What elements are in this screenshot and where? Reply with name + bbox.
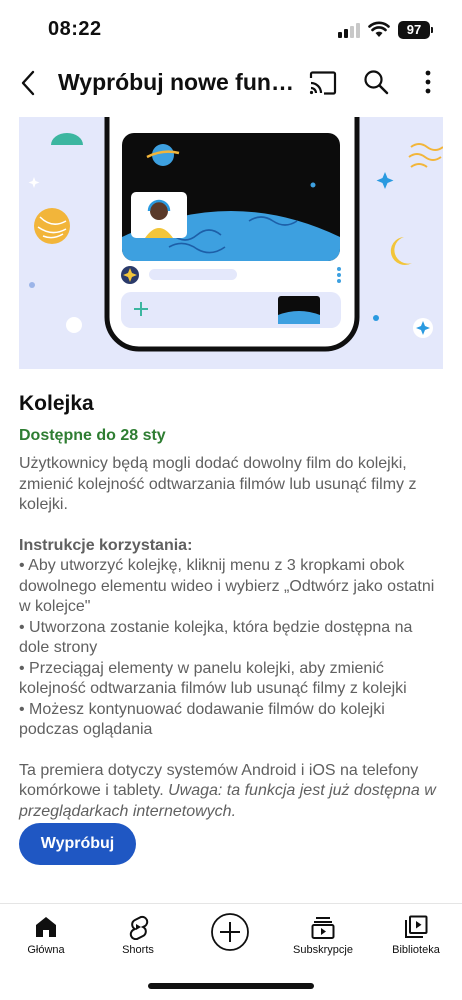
status-time: 08:22: [48, 18, 102, 40]
instruction-item: • Aby utworzyć kolejkę, kliknij menu z 3…: [19, 557, 435, 615]
cast-icon[interactable]: [308, 70, 338, 96]
home-icon: [36, 917, 56, 937]
nav-library[interactable]: Biblioteka: [376, 904, 456, 964]
add-circle-icon[interactable]: [210, 912, 250, 952]
shorts-icon: [129, 915, 149, 940]
instructions-block: Instrukcje korzystania: • Aby utworzyć k…: [19, 536, 443, 741]
home-indicator: [148, 983, 314, 989]
instruction-item: • Przeciągaj elementy w panelu kolejki, …: [19, 659, 407, 698]
wifi-icon: [368, 21, 390, 37]
availability-text: Dostępne do 28 sty: [19, 427, 166, 444]
page-title: Wypróbuj nowe fun…: [58, 69, 294, 95]
subscriptions-icon: [311, 917, 335, 939]
nav-label: Główna: [27, 944, 65, 956]
platform-note: Ta premiera dotyczy systemów Android i i…: [19, 761, 443, 823]
back-arrow-icon[interactable]: [14, 66, 44, 100]
nav-subscriptions[interactable]: Subskrypcje: [283, 904, 363, 964]
feature-details: Kolejka Dostępne do 28 sty Użytkownicy b…: [19, 392, 443, 822]
feature-description: Użytkownicy będą mogli dodać dowolny fil…: [19, 455, 417, 513]
search-icon[interactable]: [362, 68, 390, 96]
battery-tip: [431, 27, 433, 33]
feature-illustration: [19, 117, 443, 369]
instructions-title: Instrukcje korzystania:: [19, 536, 193, 554]
nav-label: Shorts: [122, 944, 154, 956]
status-bar: 08:22 97: [0, 0, 462, 58]
more-vert-icon[interactable]: [416, 68, 440, 96]
instruction-item: • Utworzona zostanie kolejka, która będz…: [19, 618, 413, 657]
battery-indicator: 97: [398, 21, 430, 39]
try-button[interactable]: Wypróbuj: [19, 823, 136, 865]
signal-icon: [338, 22, 362, 38]
feature-title: Kolejka: [19, 392, 94, 415]
nav-home[interactable]: Główna: [6, 904, 86, 964]
top-app-bar: Wypróbuj nowe fun…: [0, 58, 462, 108]
nav-label: Biblioteka: [392, 944, 440, 956]
library-icon: [405, 915, 428, 938]
nav-shorts[interactable]: Shorts: [98, 904, 178, 964]
instruction-item: • Możesz kontynuować dodawanie filmów do…: [19, 700, 385, 739]
queue-illustration-image: [28, 117, 443, 352]
nav-label: Subskrypcje: [293, 944, 353, 956]
